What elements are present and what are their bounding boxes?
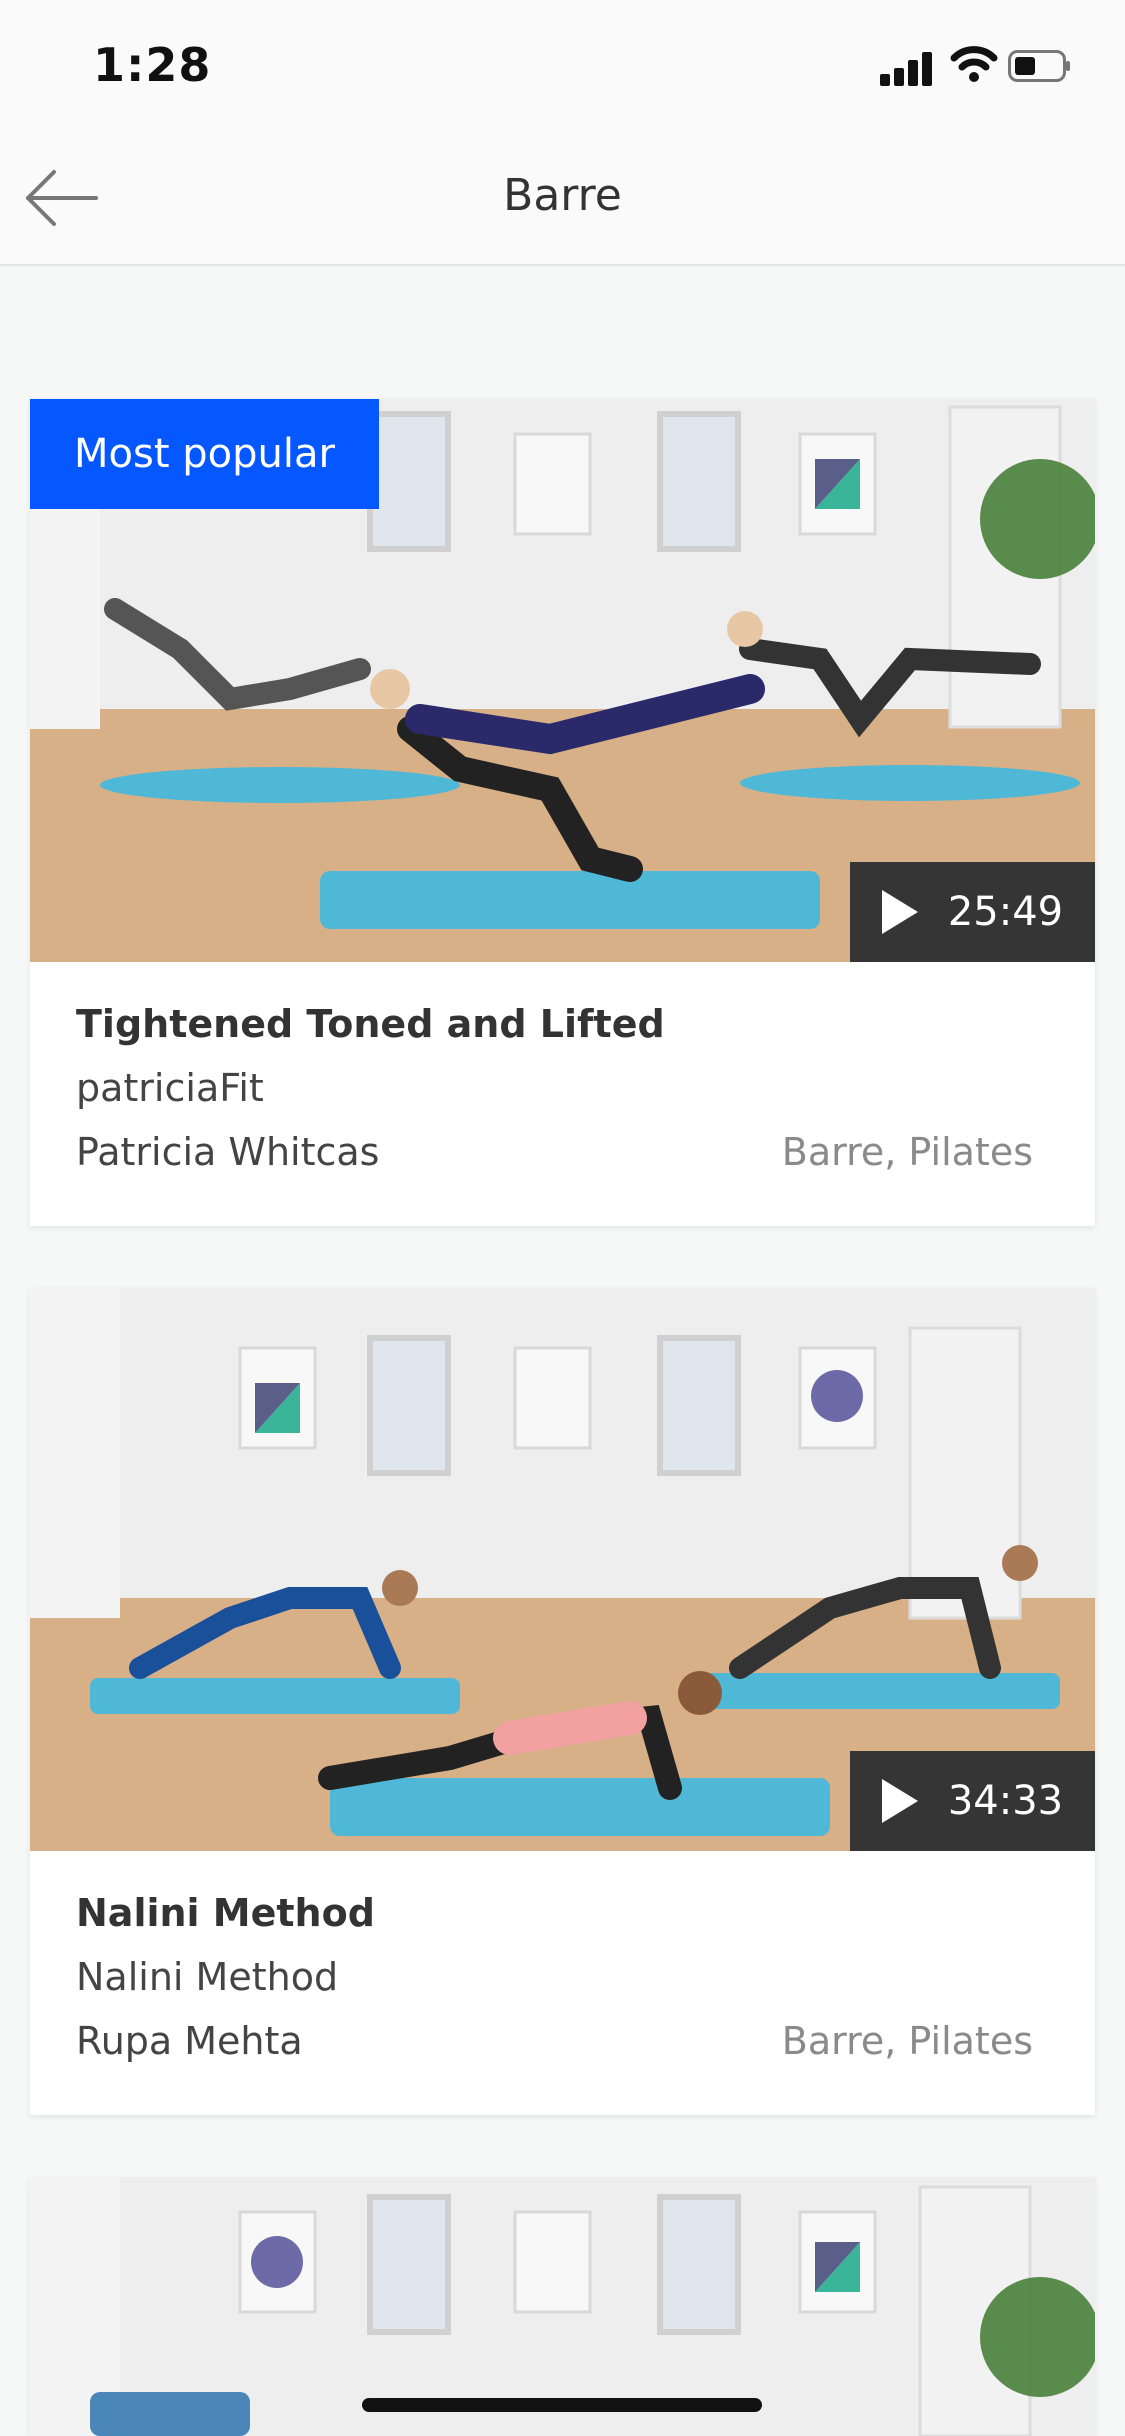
wifi-icon <box>950 46 998 82</box>
studio-name: patriciaFit <box>76 1066 264 1110</box>
card-info: Tightened Toned and Lifted patriciaFit P… <box>30 962 1095 1226</box>
play-icon <box>881 1779 918 1823</box>
class-title: Tightened Toned and Lifted <box>76 1002 665 1046</box>
class-title: Nalini Method <box>76 1891 375 1935</box>
duration-label: 25:49 <box>947 889 1064 935</box>
play-duration-button[interactable]: 34:33 <box>850 1751 1095 1851</box>
cellular-signal-icon <box>880 50 936 86</box>
nav-header: Barre <box>0 130 1125 266</box>
video-thumbnail[interactable]: Most popular 25:49 <box>30 399 1095 962</box>
duration-label: 34:33 <box>947 1778 1064 1824</box>
most-popular-badge: Most popular <box>30 399 379 509</box>
status-bar: 1:28 <box>0 0 1125 130</box>
page-title: Barre <box>503 170 622 221</box>
card-info: Nalini Method Nalini Method Rupa Mehta B… <box>30 1851 1095 2115</box>
video-thumbnail[interactable]: 34:33 <box>30 1288 1095 1851</box>
battery-icon <box>1008 50 1070 82</box>
class-card[interactable]: Most popular 25:49 Tightened Toned and L… <box>30 399 1095 1226</box>
home-indicator[interactable] <box>362 2398 762 2412</box>
class-tags: Barre, Pilates <box>781 1130 1033 1174</box>
instructor-name: Rupa Mehta <box>76 2019 303 2063</box>
class-card[interactable]: 34:33 Nalini Method Nalini Method Rupa M… <box>30 1288 1095 2115</box>
status-time: 1:28 <box>93 38 212 92</box>
play-icon <box>881 890 918 934</box>
class-tags: Barre, Pilates <box>781 2019 1033 2063</box>
studio-name: Nalini Method <box>76 1955 339 1999</box>
play-duration-button[interactable]: 25:49 <box>850 862 1095 962</box>
instructor-name: Patricia Whitcas <box>76 1130 380 1174</box>
